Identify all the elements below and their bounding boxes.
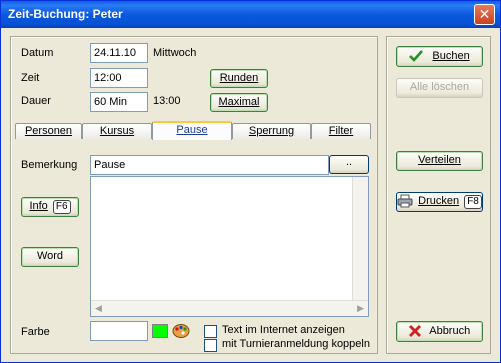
- verteilen-button[interactable]: Verteilen: [396, 151, 483, 171]
- drucken-button-label: Drucken: [418, 195, 460, 207]
- word-button-label: Word: [36, 250, 64, 262]
- abbruch-button-label: Abbruch: [429, 325, 471, 337]
- internet-checkbox[interactable]: [204, 325, 217, 338]
- scroll-right-icon[interactable]: ▶: [357, 303, 364, 314]
- zeit-label: Zeit: [21, 72, 40, 84]
- tab-filter[interactable]: Filter: [311, 123, 371, 139]
- bemerkung-picker-label: ..: [345, 156, 353, 168]
- window-title: Zeit-Buchung: Peter: [8, 7, 123, 21]
- turnier-checkbox[interactable]: [204, 339, 217, 352]
- actions-panel: Buchen Alle löschen Verteilen Drucken F8: [386, 36, 491, 354]
- tab-label: Filter: [328, 125, 354, 137]
- color-swatch: [152, 324, 168, 338]
- bemerkung-input[interactable]: Pause: [90, 155, 329, 175]
- abbruch-button[interactable]: Abbruch: [396, 321, 483, 342]
- bemerkung-picker-button[interactable]: ..: [329, 155, 369, 174]
- alle-loeschen-button-label: Alle löschen: [409, 81, 470, 93]
- tab-kursus[interactable]: Kursus: [82, 123, 152, 139]
- info-shortcut-key: F6: [52, 200, 71, 214]
- tab-strip: Personen Kursus Pause Sperrung Filter: [15, 121, 371, 140]
- buchen-button[interactable]: Buchen: [396, 46, 483, 67]
- zeit-input[interactable]: 12:00: [90, 68, 148, 88]
- tab-label: Sperrung: [248, 125, 295, 137]
- memo-textarea[interactable]: ◀ ▶: [90, 176, 369, 317]
- tab-sperrung[interactable]: Sperrung: [232, 123, 311, 139]
- tab-label: Kursus: [99, 125, 135, 137]
- dauer-input[interactable]: 60 Min: [90, 92, 148, 112]
- datum-label: Datum: [21, 47, 54, 59]
- palette-button[interactable]: [172, 322, 190, 339]
- datum-input[interactable]: 24.11.10: [90, 43, 148, 63]
- cancel-x-icon: [408, 325, 421, 338]
- dialog-client: Datum 24.11.10 Mittwoch Zeit 12:00 Runde…: [4, 28, 497, 360]
- info-button[interactable]: Info F6: [21, 197, 79, 217]
- runden-button[interactable]: Runden: [210, 69, 268, 88]
- runden-button-label: Runden: [219, 72, 259, 84]
- maximal-button-label: Maximal: [218, 96, 260, 108]
- info-button-label: Info: [29, 200, 48, 212]
- tab-personen[interactable]: Personen: [15, 123, 82, 139]
- internet-checkbox-label: Text im Internet anzeigen: [222, 324, 345, 336]
- tab-pause[interactable]: Pause: [152, 121, 232, 140]
- word-button[interactable]: Word: [21, 247, 79, 267]
- tab-label: Personen: [24, 125, 73, 137]
- dialog-window: Zeit-Buchung: Peter ✕ Datum 24.11.10 Mit…: [0, 0, 501, 363]
- farbe-label: Farbe: [21, 326, 50, 338]
- turnier-checkbox-label: mit Turnieranmeldung koppeln: [222, 338, 370, 350]
- tab-label: Pause: [176, 124, 208, 136]
- booking-panel: Datum 24.11.10 Mittwoch Zeit 12:00 Runde…: [10, 36, 378, 354]
- buchen-button-label: Buchen: [432, 50, 470, 62]
- dauer-label: Dauer: [21, 95, 51, 107]
- title-bar[interactable]: Zeit-Buchung: Peter ✕: [1, 1, 500, 28]
- alle-loeschen-button[interactable]: Alle löschen: [396, 78, 483, 98]
- drucken-button[interactable]: Drucken F8: [396, 192, 483, 212]
- scroll-left-icon[interactable]: ◀: [95, 303, 102, 314]
- weekday-text: Mittwoch: [153, 47, 197, 59]
- close-icon: ✕: [478, 6, 491, 22]
- printer-icon: [397, 194, 413, 208]
- maximal-button[interactable]: Maximal: [210, 93, 268, 112]
- memo-horizontal-scrollbar[interactable]: ◀ ▶: [91, 300, 368, 316]
- verteilen-button-label: Verteilen: [418, 154, 461, 166]
- drucken-shortcut-key: F8: [464, 195, 482, 209]
- memo-vertical-scrollbar[interactable]: [352, 177, 368, 301]
- close-button[interactable]: ✕: [474, 4, 495, 25]
- farbe-input[interactable]: [90, 321, 148, 341]
- end-time-text: 13:00: [153, 95, 181, 107]
- bemerkung-label: Bemerkung: [21, 159, 78, 171]
- check-icon: [409, 50, 424, 62]
- palette-icon: [172, 324, 190, 338]
